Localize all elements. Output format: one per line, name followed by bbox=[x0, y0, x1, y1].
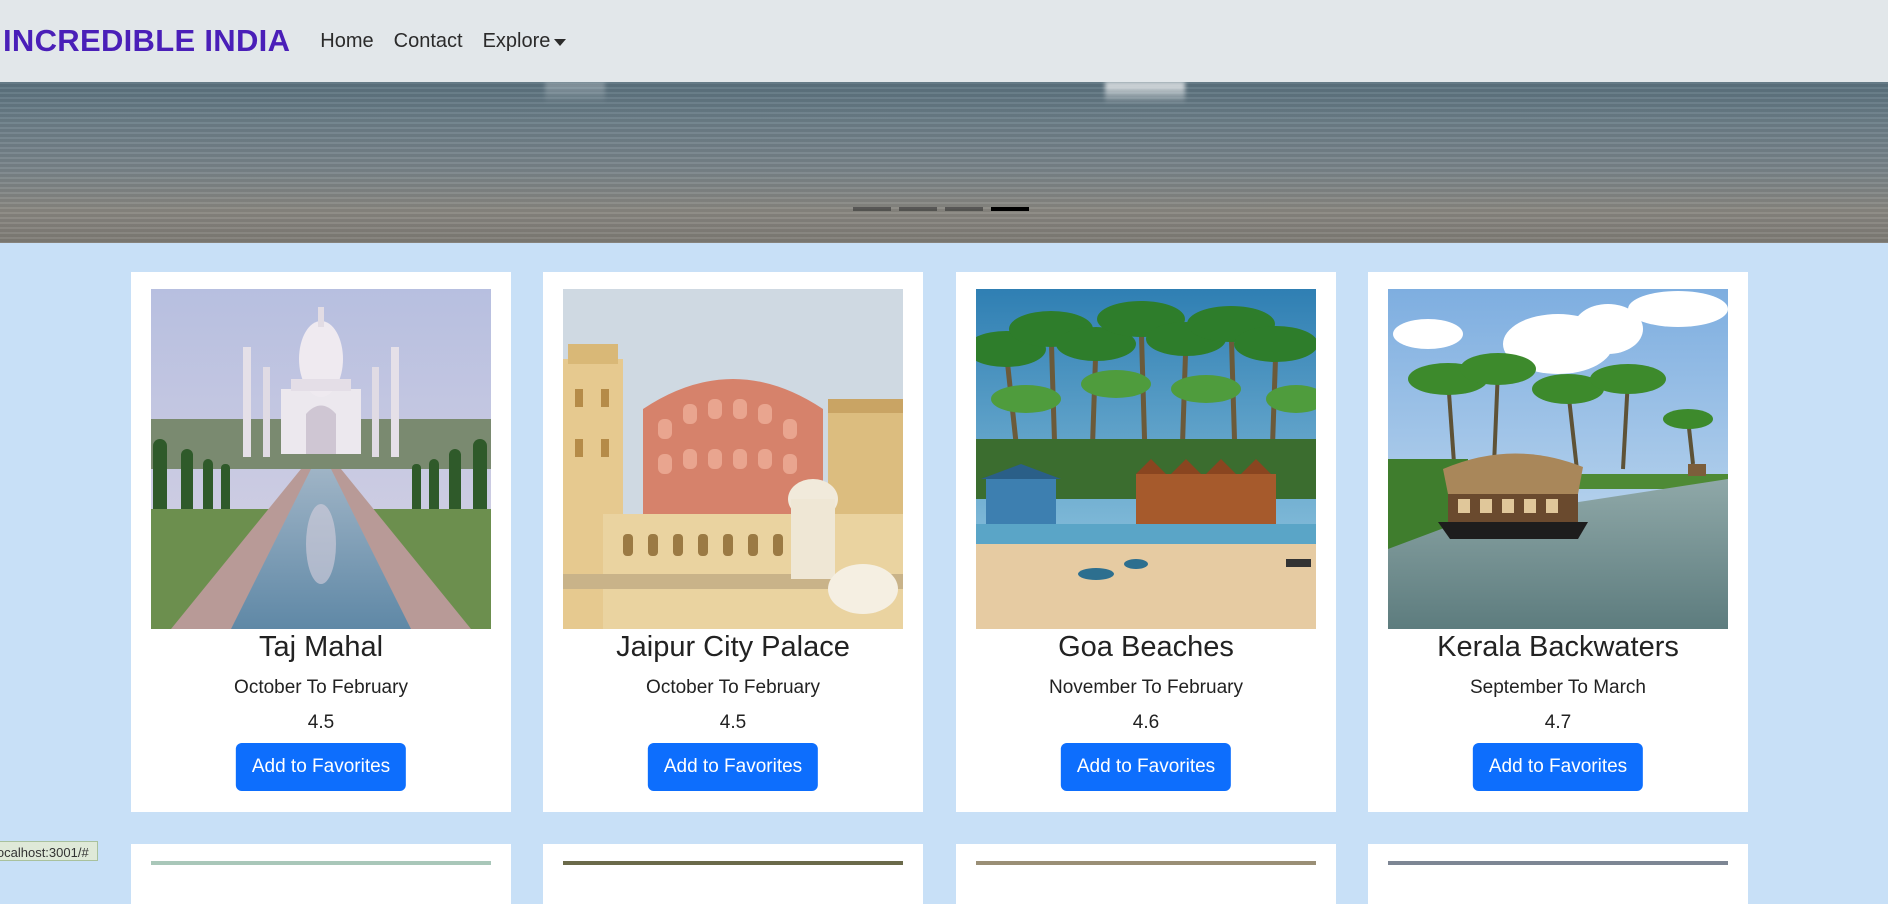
destination-card: Kerala Backwaters September To March 4.7… bbox=[1368, 272, 1748, 812]
card-title: Taj Mahal bbox=[258, 631, 384, 663]
card-season: October To February bbox=[234, 677, 408, 698]
card-rating: 4.7 bbox=[1544, 712, 1572, 733]
nav-link-home[interactable]: Home bbox=[320, 30, 373, 53]
destination-card: Goa Beaches November To February 4.6 Add… bbox=[956, 272, 1336, 812]
add-to-favorites-button[interactable]: Add to Favorites bbox=[647, 743, 819, 791]
destination-card bbox=[956, 844, 1336, 904]
card-season: September To March bbox=[1469, 677, 1646, 698]
kerala-backwaters-image bbox=[1388, 289, 1728, 629]
nav-dropdown-explore[interactable]: Explore bbox=[483, 30, 567, 53]
card-rating: 4.5 bbox=[307, 712, 335, 733]
carousel-indicators bbox=[853, 207, 1029, 211]
nav-link-contact[interactable]: Contact bbox=[394, 30, 463, 53]
destination-card: Taj Mahal October To February 4.5 Add to… bbox=[131, 272, 511, 812]
goa-beach-image bbox=[976, 289, 1316, 629]
nav-links: Home Contact Explore bbox=[320, 30, 586, 53]
add-to-favorites-button[interactable]: Add to Favorites bbox=[235, 743, 407, 791]
carousel-indicator-2[interactable] bbox=[899, 207, 937, 211]
explore-label: Explore bbox=[482, 29, 551, 52]
card-title: Kerala Backwaters bbox=[1437, 631, 1679, 663]
carousel-slide-image bbox=[1105, 82, 1185, 104]
carousel-slide-highlight bbox=[545, 82, 605, 104]
hero-carousel bbox=[0, 82, 1888, 243]
card-image bbox=[563, 861, 903, 865]
card-title: Jaipur City Palace bbox=[616, 631, 850, 663]
taj-mahal-image bbox=[151, 289, 491, 629]
card-image bbox=[1388, 861, 1728, 865]
carousel-indicator-4[interactable] bbox=[991, 207, 1029, 211]
card-rating: 4.6 bbox=[1132, 712, 1160, 733]
brand-logo[interactable]: INCREDIBLE INDIA bbox=[3, 23, 290, 59]
destination-card bbox=[131, 844, 511, 904]
caret-down-icon bbox=[554, 38, 567, 46]
destination-card: Jaipur City Palace October To February 4… bbox=[543, 272, 923, 812]
destination-card bbox=[543, 844, 923, 904]
add-to-favorites-button[interactable]: Add to Favorites bbox=[1472, 743, 1644, 791]
carousel-indicator-3[interactable] bbox=[945, 207, 983, 211]
navbar: INCREDIBLE INDIA Home Contact Explore bbox=[0, 0, 1888, 82]
card-season: November To February bbox=[1049, 677, 1243, 698]
card-title: Goa Beaches bbox=[1058, 631, 1234, 663]
card-rating: 4.5 bbox=[719, 712, 747, 733]
card-season: October To February bbox=[646, 677, 820, 698]
jaipur-palace-image bbox=[563, 289, 903, 629]
add-to-favorites-button[interactable]: Add to Favorites bbox=[1060, 743, 1232, 791]
browser-status-url: localhost:3001/# bbox=[0, 841, 98, 861]
card-image bbox=[151, 861, 491, 865]
card-image bbox=[976, 861, 1316, 865]
carousel-indicator-1[interactable] bbox=[853, 207, 891, 211]
destination-card bbox=[1368, 844, 1748, 904]
